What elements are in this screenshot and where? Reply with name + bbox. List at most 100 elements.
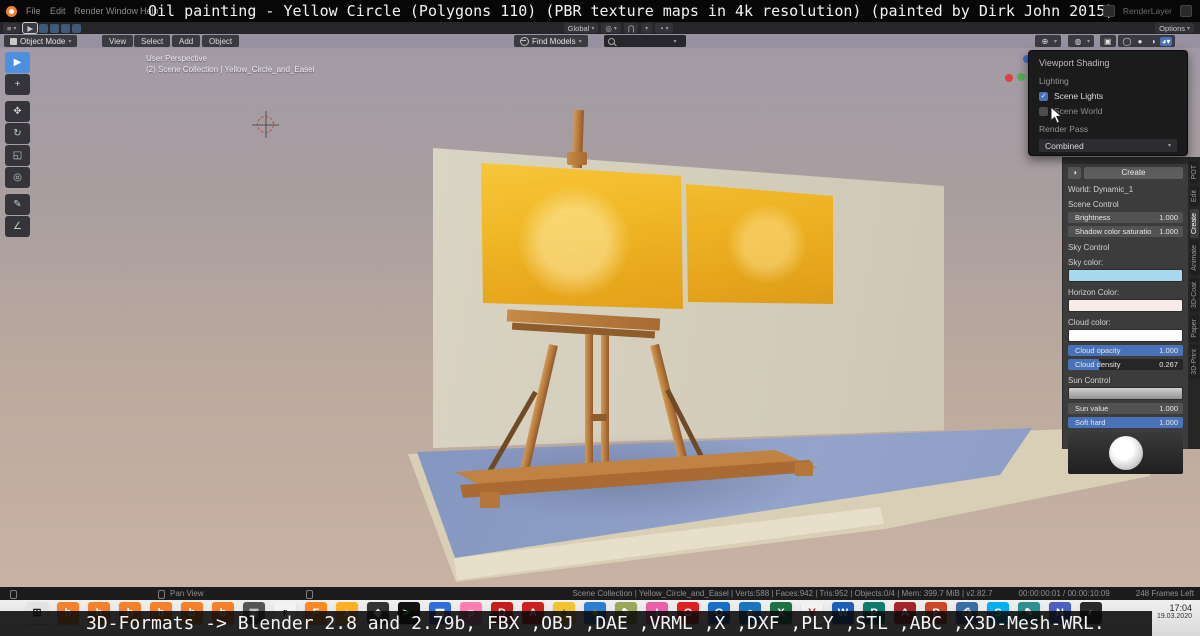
view-layer-icon-3[interactable]	[61, 23, 71, 33]
shading-wireframe-button[interactable]: ◯	[1121, 37, 1133, 46]
select-menu[interactable]: Select	[134, 35, 171, 47]
viewport-3d[interactable]: Object Mode ▾ View Select Add Object Find…	[0, 34, 1200, 587]
gizmo-x-axis-dot[interactable]	[1005, 74, 1013, 82]
tab-3d-coat[interactable]: 3D-Coat	[1189, 278, 1199, 313]
create-button[interactable]: Create	[1084, 167, 1183, 179]
tool-annotate[interactable]: ✎	[5, 194, 30, 215]
tool-move[interactable]: ✥	[5, 101, 30, 122]
snap-settings-select[interactable]: ▾	[641, 23, 653, 33]
sky-color-swatch[interactable]	[1068, 269, 1183, 282]
cloud-density-slider[interactable]: Cloud density 0.267	[1068, 359, 1183, 370]
tool-measure[interactable]: ∠	[5, 216, 30, 237]
tool-transform[interactable]: ◎	[5, 167, 30, 188]
view-layer-icon-1[interactable]	[39, 23, 49, 33]
mouse-left-icon	[10, 590, 17, 599]
options-dropdown[interactable]: Options ▾	[1155, 23, 1195, 33]
collection-overlay: (2) Scene Collection | Yellow_Circle_and…	[146, 65, 315, 74]
render-layer-group: RenderLayer	[1102, 0, 1192, 22]
scene-lights-row[interactable]: ✓ Scene Lights	[1039, 91, 1177, 101]
tab-3d-print[interactable]: 3D-Print	[1189, 344, 1199, 379]
printer-icon[interactable]	[1180, 5, 1192, 17]
dynamic-sky-panel: ◑ Create World: Dynamic_1 Scene Control …	[1062, 157, 1189, 474]
tool-select-box[interactable]: ▶	[5, 52, 30, 73]
transform-pivot-select[interactable]: ◎ ▾	[601, 23, 621, 33]
painting-right-object[interactable]	[686, 184, 833, 304]
shadow-saturation-slider[interactable]: Shadow color saturatio 1.000	[1068, 226, 1183, 237]
pan-view-hint: Pan View	[170, 589, 204, 598]
easel-foot-left[interactable]	[480, 492, 500, 508]
view-layer-icon-2[interactable]	[50, 23, 60, 33]
mode-icon	[10, 37, 17, 45]
system-clock[interactable]: 17:04 19.03.2020	[1157, 603, 1192, 620]
cloud-color-label: Cloud color:	[1068, 318, 1111, 327]
painting-left-object[interactable]	[481, 163, 683, 309]
brightness-slider[interactable]: Brightness 1.000	[1068, 212, 1183, 223]
tab-edit[interactable]: Edit	[1189, 186, 1199, 207]
tool-cursor[interactable]: +	[5, 74, 30, 95]
world-name-label: World: Dynamic_1	[1068, 185, 1134, 194]
mouse-pointer	[1050, 105, 1063, 130]
overlays-dropdown[interactable]: ◍ ▾	[1068, 35, 1095, 47]
easel-center-post-left[interactable]	[585, 334, 593, 470]
scene-icon[interactable]	[1102, 5, 1115, 17]
sun-color-swatch[interactable]	[1068, 387, 1183, 400]
tab-create[interactable]: Create	[1189, 209, 1199, 239]
object-menu[interactable]: Object	[202, 35, 240, 47]
transform-orientation-select[interactable]: Global ▾	[563, 23, 599, 33]
gizmo-dropdown[interactable]: ⊕ ▾	[1035, 35, 1062, 47]
video-caption-top: Oil painting - Yellow Circle (Polygons 1…	[148, 2, 1115, 20]
add-menu[interactable]: Add	[172, 35, 201, 47]
frames-left: 248 Frames Left	[1135, 589, 1194, 598]
statusbar: Pan View Scene Collection | Yellow_Circl…	[0, 587, 1200, 600]
topbar: ≡ ▾ ▶ Global ▾ ◎ ▾ ⋂ ▾ ◔ ▾ Options ▾	[0, 22, 1200, 34]
shading-material-button[interactable]: ◑	[1147, 37, 1159, 46]
panel-header-strip	[1063, 157, 1189, 164]
find-models-dropdown[interactable]: Find Models ▾	[514, 35, 588, 47]
easel-center-post-right[interactable]	[601, 335, 609, 471]
scene-control-label: Scene Control	[1068, 200, 1119, 209]
tool-scale[interactable]: ◱	[5, 145, 30, 166]
lighting-label: Lighting	[1039, 76, 1069, 86]
cloud-opacity-slider[interactable]: Cloud opacity 1.000	[1068, 345, 1183, 356]
easel-clamp[interactable]	[567, 152, 587, 165]
view-layer-icon-4[interactable]	[72, 23, 82, 33]
search-filter-dropdown[interactable]: ▾	[664, 35, 686, 47]
xray-toggle[interactable]: ▣	[1100, 35, 1116, 47]
shading-mode-group: ◯ ● ◑ ◕▾	[1118, 35, 1175, 47]
timecode: 00:00:00:01 / 00:00:10:09	[1018, 589, 1110, 598]
world-icon: ◑	[1068, 167, 1081, 179]
soft-hard-slider[interactable]: Soft hard 1.000	[1068, 417, 1183, 428]
world-preview-sphere	[1068, 432, 1183, 474]
horizon-color-swatch[interactable]	[1068, 299, 1183, 312]
mode-select[interactable]: Object Mode ▾	[4, 35, 78, 47]
cursor-3d-icon	[257, 116, 274, 133]
shading-rendered-button[interactable]: ◕▾	[1160, 36, 1172, 46]
clock-time: 17:04	[1169, 603, 1192, 613]
editor-type-selector[interactable]: ≡ ▾	[3, 23, 21, 33]
tab-animate[interactable]: Animate	[1189, 241, 1199, 276]
sun-value-slider[interactable]: Sun value 1.000	[1068, 403, 1183, 414]
proportional-editing-select[interactable]: ◔ ▾	[655, 23, 673, 33]
render-layer-label: RenderLayer	[1122, 6, 1172, 16]
screen: File Edit Render Window Help Oil paintin…	[0, 0, 1200, 636]
menu-file[interactable]: File	[20, 0, 47, 22]
snap-magnet-toggle[interactable]: ⋂	[623, 23, 639, 33]
create-row: ◑ Create	[1068, 167, 1183, 179]
gizmo-y-axis-dot[interactable]	[1017, 73, 1025, 81]
shading-solid-button[interactable]: ●	[1134, 37, 1146, 46]
video-caption-bottom: 3D-Formats -> Blender 2.8 and 2.79b, FBX…	[0, 611, 1152, 636]
view-menu[interactable]: View	[102, 35, 134, 47]
render-pass-select[interactable]: Combined ▾	[1039, 139, 1177, 152]
tool-rotate[interactable]: ↻	[5, 123, 30, 144]
blender-logo-icon[interactable]	[6, 6, 17, 17]
tab-pot[interactable]: POT	[1189, 161, 1199, 184]
cloud-color-swatch[interactable]	[1068, 329, 1183, 342]
model-search-input[interactable]	[604, 35, 668, 47]
scene-world-checkbox[interactable]	[1039, 106, 1048, 116]
easel-crossbar-knob[interactable]	[591, 414, 607, 421]
easel-foot-right[interactable]	[795, 462, 813, 476]
scene-lights-checkbox[interactable]: ✓	[1039, 91, 1048, 101]
horizon-color-label: Horizon Color:	[1068, 288, 1120, 297]
tab-paper[interactable]: Paper	[1189, 315, 1199, 342]
active-tool-button[interactable]: ▶	[22, 22, 39, 34]
